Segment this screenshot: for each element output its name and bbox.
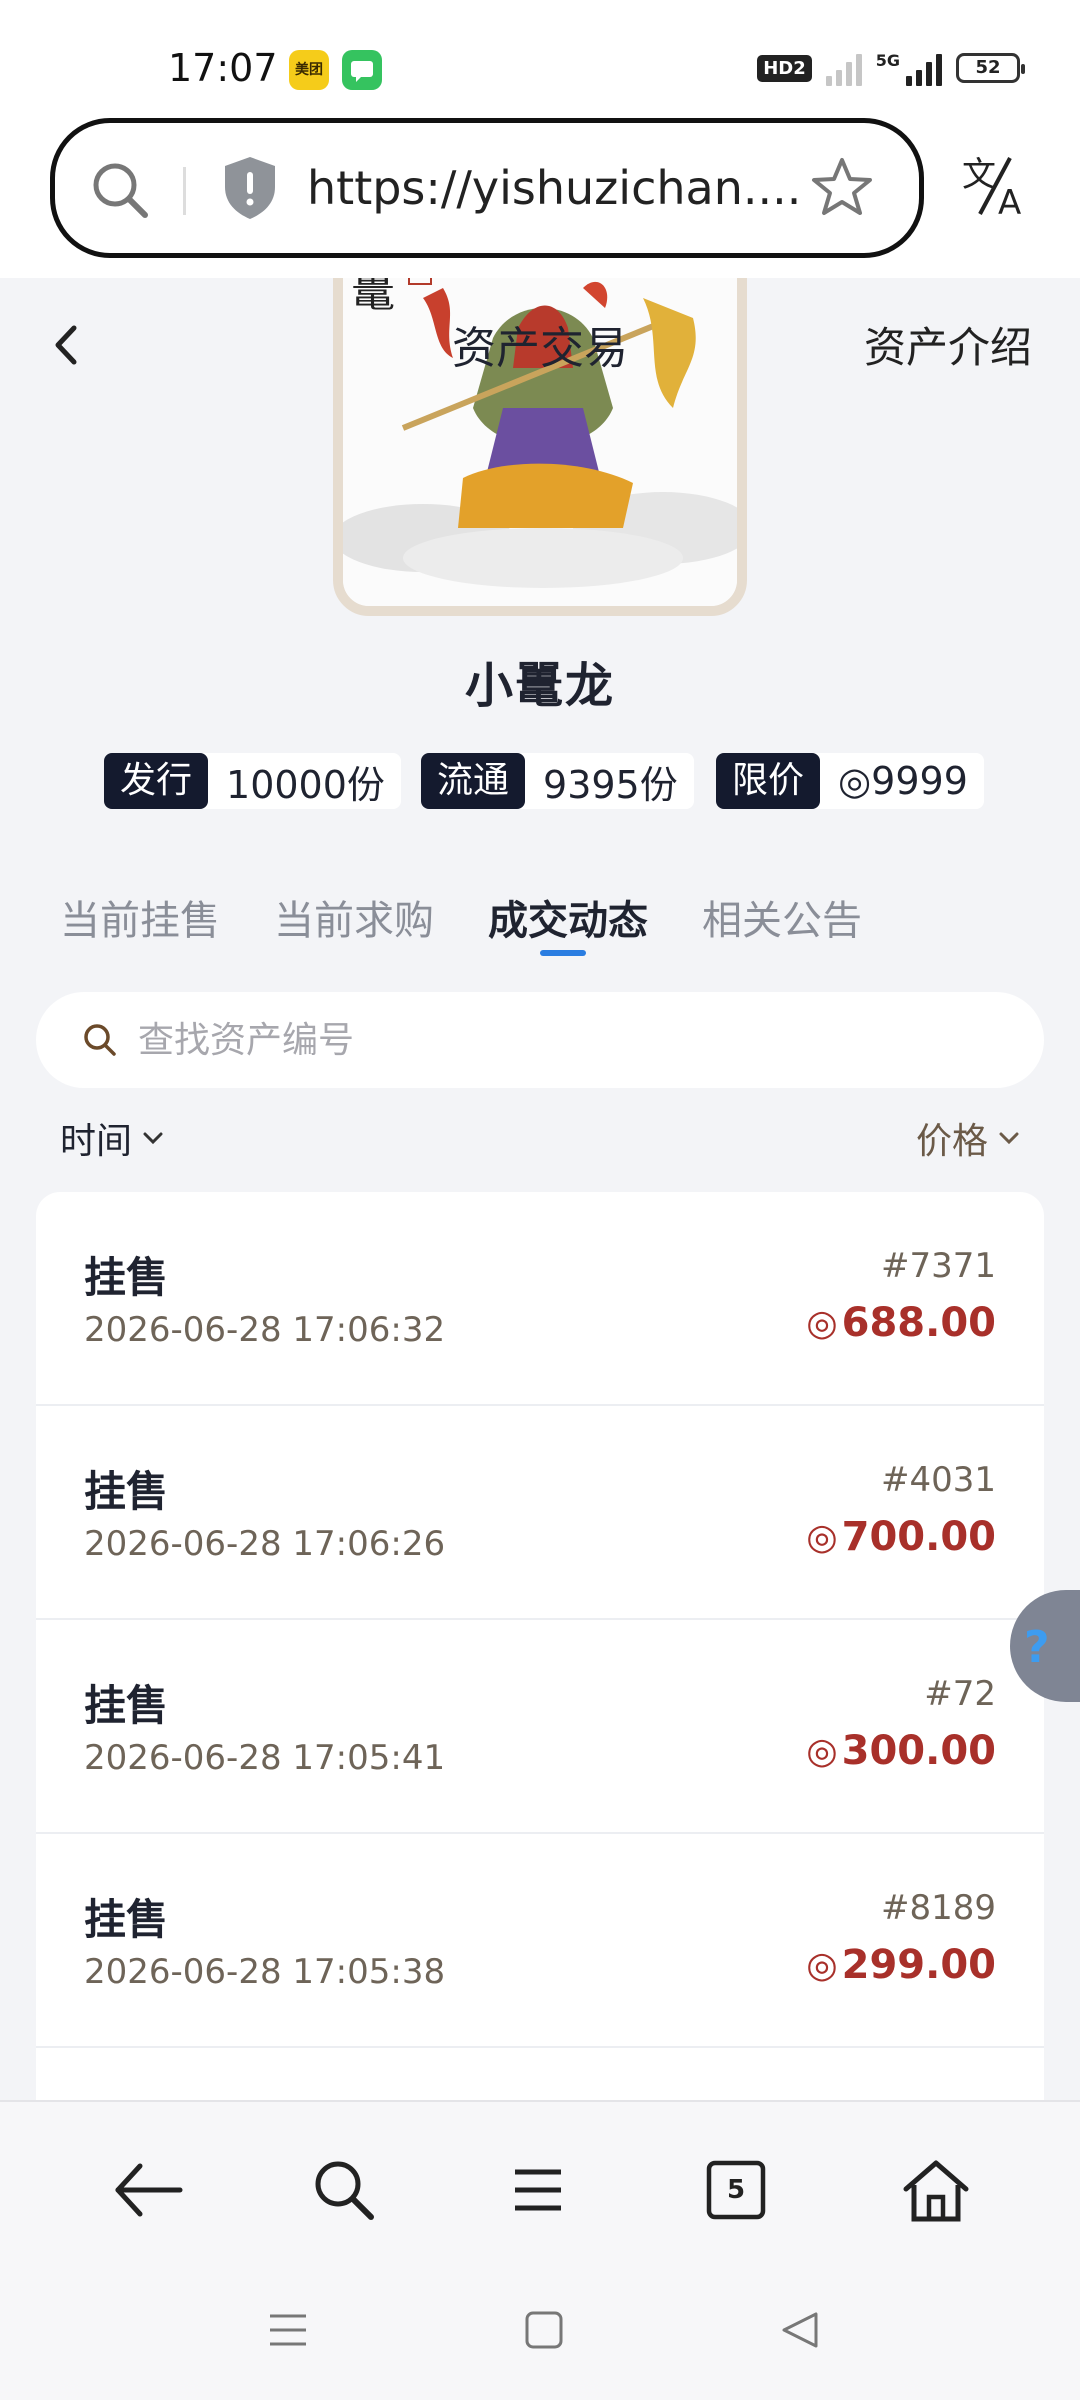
- trade-record-row[interactable]: [36, 2048, 1044, 2100]
- tab-announcements[interactable]: 相关公告: [702, 888, 862, 946]
- stat-price-limit-label: 限价: [716, 753, 821, 809]
- browser-bottom-nav: 5: [0, 2100, 1080, 2280]
- recent-apps-icon[interactable]: [268, 2310, 308, 2354]
- record-price: ◎ 688.00: [806, 1300, 996, 1346]
- hd-badge: HD2: [757, 54, 812, 82]
- tab-current-listings[interactable]: 当前挂售: [60, 888, 220, 946]
- record-time: 2026-06-28 17:05:41: [84, 1738, 446, 1778]
- home-square-icon[interactable]: [524, 2310, 564, 2354]
- record-time: 2026-06-28 17:06:26: [84, 1524, 446, 1564]
- currency-icon: ◎: [806, 1944, 838, 1986]
- search-icon[interactable]: [304, 2150, 384, 2230]
- shield-icon[interactable]: [221, 155, 279, 225]
- stat-issued: 发行 10000份: [104, 753, 401, 809]
- stat-price-limit-value: ◎9999: [838, 759, 968, 803]
- chevron-down-icon: [143, 1132, 163, 1145]
- stat-price-limit: 限价 ◎9999: [716, 753, 984, 809]
- record-asset-id: #72: [924, 1674, 996, 1714]
- stat-issued-label: 发行: [104, 753, 209, 809]
- menu-icon[interactable]: [498, 2150, 578, 2230]
- record-asset-id: #8189: [880, 1888, 996, 1928]
- translate-icon[interactable]: 文 A: [958, 152, 1034, 223]
- battery-icon: 52: [956, 53, 1025, 83]
- address-divider: [183, 167, 186, 215]
- trade-record-row[interactable]: 挂售 2026-06-28 17:05:38 #8189 ◎ 299.00: [36, 1834, 1044, 2048]
- status-bar: 17:07 美团 HD2 5G 52: [0, 0, 1080, 112]
- floating-help-button[interactable]: ?: [1010, 1590, 1080, 1702]
- back-triangle-icon[interactable]: [780, 2310, 820, 2354]
- network-type: 5G: [875, 50, 900, 70]
- signal-icon-sim1: [825, 50, 862, 86]
- trade-record-row[interactable]: 挂售 2026-06-28 17:06:26 #4031 ◎ 700.00: [36, 1406, 1044, 1620]
- stat-circulating-label: 流通: [421, 753, 526, 809]
- meituan-app-icon: 美团: [289, 50, 329, 90]
- asset-name: 小鼍龙: [464, 658, 615, 714]
- svg-text:A: A: [998, 183, 1021, 218]
- record-price-value: 299.00: [841, 1942, 996, 1988]
- search-icon[interactable]: [89, 159, 153, 227]
- stat-issued-value: 10000份: [226, 762, 385, 807]
- tab-current-bids[interactable]: 当前求购: [274, 888, 434, 946]
- sort-by-price[interactable]: 价格: [916, 1112, 1020, 1164]
- chevron-down-icon: [999, 1132, 1019, 1145]
- active-tab-indicator: [540, 950, 586, 956]
- currency-icon: ◎: [806, 1516, 838, 1558]
- search-icon: [82, 1022, 118, 1062]
- record-type: 挂售: [84, 1467, 169, 1516]
- trade-record-row[interactable]: 挂售 2026-06-28 17:06:32 #7371 ◎ 688.00: [36, 1192, 1044, 1406]
- status-indicators: HD2 5G 52: [757, 50, 1025, 86]
- svg-text:文: 文: [962, 155, 996, 195]
- asset-intro-link[interactable]: 资产介绍: [864, 314, 1032, 375]
- record-price: ◎ 299.00: [806, 1942, 996, 1988]
- record-time: 2026-06-28 17:06:32: [84, 1310, 446, 1350]
- record-type: 挂售: [84, 1253, 169, 1302]
- record-price-value: 300.00: [841, 1728, 996, 1774]
- asset-trading-page: 鼍 资产交易 资产介绍 小鼍龙 发行 10000份 流通 9395份 限价 ◎9…: [0, 278, 1080, 2100]
- bookmark-star-icon[interactable]: [809, 155, 875, 225]
- asset-search-box: [36, 992, 1044, 1088]
- trade-record-row[interactable]: 挂售 2026-06-28 17:05:41 #72 ◎ 300.00: [36, 1620, 1044, 1834]
- stat-circulating: 流通 9395份: [421, 753, 694, 809]
- record-type: 挂售: [84, 1895, 169, 1944]
- status-time: 17:07: [168, 46, 278, 90]
- home-icon[interactable]: [896, 2150, 976, 2230]
- svg-text:?: ?: [1024, 1622, 1050, 1673]
- tab-trade-activity[interactable]: 成交动态: [488, 888, 648, 946]
- browser-toolbar: https://yishuzichan.... 文 A: [0, 112, 1080, 278]
- record-asset-id: #4031: [880, 1460, 996, 1500]
- currency-icon: ◎: [806, 1302, 838, 1344]
- trade-records-list: 挂售 2026-06-28 17:06:32 #7371 ◎ 688.00 挂售 …: [36, 1192, 1044, 2100]
- record-asset-id: #7371: [880, 1246, 996, 1286]
- sort-price-label: 价格: [915, 1121, 988, 1162]
- record-price-value: 688.00: [841, 1300, 996, 1346]
- address-bar[interactable]: https://yishuzichan....: [50, 118, 924, 258]
- asset-number-search-input[interactable]: [138, 1010, 998, 1070]
- screen: 17:07 美团 HD2 5G 52 https://yishuzichan..…: [0, 0, 1080, 2400]
- record-price: ◎ 300.00: [806, 1728, 996, 1774]
- tabs-button[interactable]: 5: [696, 2150, 776, 2230]
- sort-time-label: 时间: [60, 1121, 133, 1162]
- tab-count: 5: [726, 2175, 746, 2205]
- signal-icon-sim2: [906, 50, 942, 86]
- stat-circulating-value: 9395份: [543, 762, 678, 807]
- tab-bar: 当前挂售 当前求购 成交动态 相关公告: [0, 888, 1080, 968]
- back-icon[interactable]: [108, 2150, 188, 2230]
- record-price: ◎ 700.00: [806, 1514, 996, 1560]
- system-nav-bar: [0, 2280, 1080, 2400]
- sort-by-time[interactable]: 时间: [60, 1112, 164, 1164]
- record-price-value: 700.00: [841, 1514, 996, 1560]
- message-app-icon: [342, 50, 382, 90]
- record-type: 挂售: [84, 1681, 169, 1730]
- currency-icon: ◎: [806, 1730, 838, 1772]
- url-text[interactable]: https://yishuzichan....: [307, 161, 801, 215]
- record-time: 2026-06-28 17:05:38: [84, 1952, 446, 1992]
